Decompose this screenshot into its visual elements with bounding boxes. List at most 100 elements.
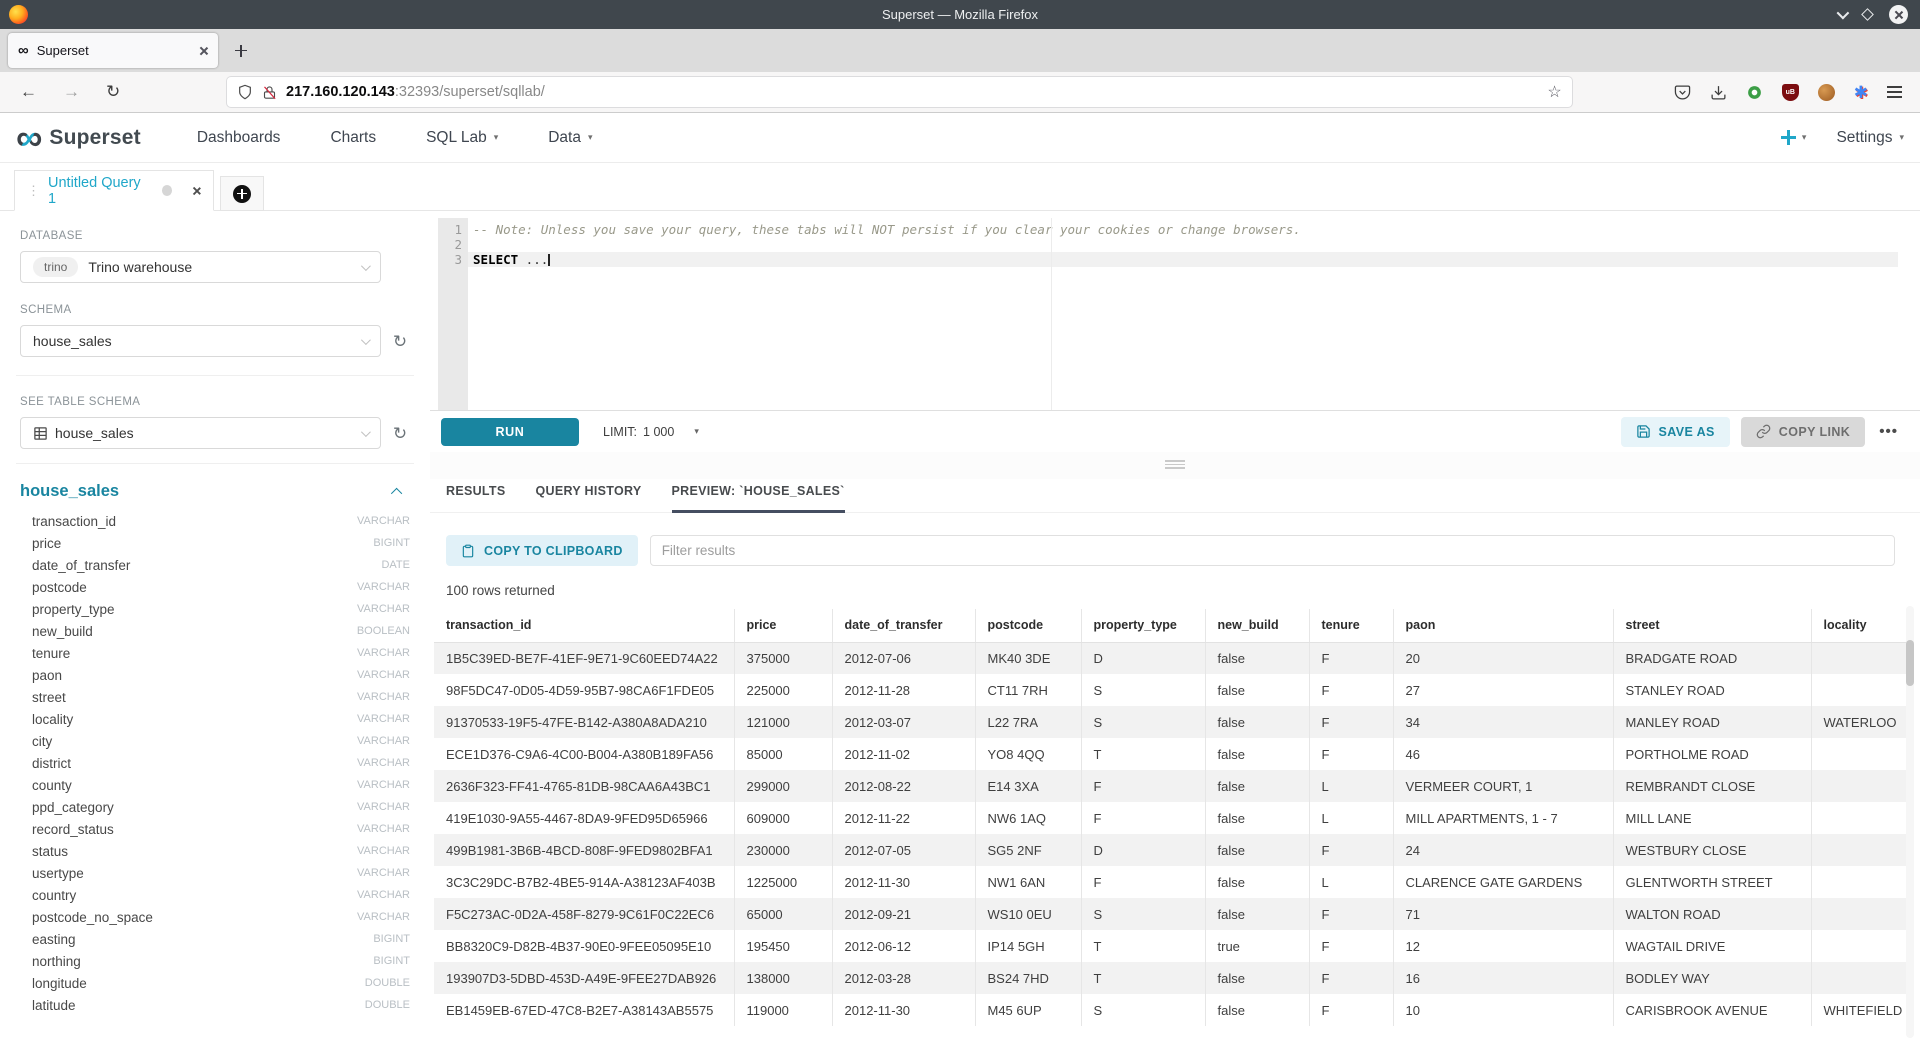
table-schema-heading[interactable]: house_sales — [20, 482, 119, 501]
copy-to-clipboard-button[interactable]: COPY TO CLIPBOARD — [446, 535, 638, 566]
run-button[interactable]: RUN — [441, 418, 579, 446]
column-header[interactable]: street — [1613, 609, 1811, 642]
schema-column-row[interactable]: localityVARCHAR — [20, 708, 410, 730]
table-row[interactable]: 91370533-19F5-47FE-B142-A380A8ADA2101210… — [434, 706, 1906, 738]
shield-icon[interactable] — [237, 84, 253, 100]
schema-column-row[interactable]: eastingBIGINT — [20, 928, 410, 950]
insecure-lock-icon[interactable] — [262, 85, 277, 100]
pane-splitter[interactable] — [430, 452, 1920, 479]
query-tab-close-icon[interactable] — [192, 186, 201, 196]
save-as-button[interactable]: SAVE AS — [1621, 417, 1730, 447]
schema-column-row[interactable]: priceBIGINT — [20, 532, 410, 554]
database-select[interactable]: trino Trino warehouse — [20, 251, 381, 283]
browser-tab-superset[interactable]: ∞ Superset — [8, 33, 218, 68]
schema-column-row[interactable]: transaction_idVARCHAR — [20, 510, 410, 532]
drag-grip-icon[interactable]: ⋮ — [27, 183, 39, 199]
query-tab-untitled[interactable]: ⋮ Untitled Query 1 — [14, 170, 214, 211]
window-close-button[interactable] — [1889, 5, 1908, 24]
editor-code[interactable]: -- Note: Unless you save your query, the… — [468, 218, 1898, 410]
table-row[interactable]: F5C273AC-0D2A-458F-8279-9C61F0C22EC66500… — [434, 898, 1906, 930]
reload-button[interactable]: ↻ — [106, 82, 120, 102]
scrollbar-thumb[interactable] — [1906, 640, 1914, 686]
more-options-icon[interactable]: ••• — [1879, 423, 1898, 440]
column-header[interactable]: locality — [1811, 609, 1906, 642]
schema-column-row[interactable]: paonVARCHAR — [20, 664, 410, 686]
table-row[interactable]: 3C3C29DC-B7B2-4BE5-914A-A38123AF403B1225… — [434, 866, 1906, 898]
schema-column-row[interactable]: streetVARCHAR — [20, 686, 410, 708]
column-header[interactable]: postcode — [975, 609, 1081, 642]
sql-editor[interactable]: 123 -- Note: Unless you save your query,… — [438, 218, 1898, 410]
table-row[interactable]: 98F5DC47-0D05-4D59-95B7-98CA6F1FDE052250… — [434, 674, 1906, 706]
schema-column-row[interactable]: districtVARCHAR — [20, 752, 410, 774]
filter-results-input[interactable] — [650, 535, 1895, 566]
pocket-icon[interactable] — [1674, 84, 1691, 101]
nav-link-charts[interactable]: Charts — [330, 129, 376, 147]
column-header[interactable]: price — [734, 609, 832, 642]
nav-link-data[interactable]: Data▾ — [548, 129, 592, 147]
schema-column-row[interactable]: countyVARCHAR — [20, 774, 410, 796]
table-row[interactable]: 419E1030-9A55-4467-8DA9-9FED95D659666090… — [434, 802, 1906, 834]
column-header[interactable]: new_build — [1205, 609, 1309, 642]
schema-column-row[interactable]: cityVARCHAR — [20, 730, 410, 752]
add-query-tab-button[interactable] — [220, 176, 264, 211]
table-row[interactable]: EB1459EB-67ED-47C8-B2E7-A38143AB55751190… — [434, 994, 1906, 1026]
nav-link-sql-lab[interactable]: SQL Lab▾ — [426, 129, 498, 147]
schema-column-row[interactable]: property_typeVARCHAR — [20, 598, 410, 620]
schema-column-row[interactable]: postcode_no_spaceVARCHAR — [20, 906, 410, 928]
schema-column-row[interactable]: usertypeVARCHAR — [20, 862, 410, 884]
column-header[interactable]: tenure — [1309, 609, 1393, 642]
results-scrollbar[interactable] — [1906, 606, 1914, 1038]
schema-column-row[interactable]: northingBIGINT — [20, 950, 410, 972]
table-row[interactable]: 499B1981-3B6B-4BCD-808F-9FED9802BFA12300… — [434, 834, 1906, 866]
results-tab-query-history[interactable]: QUERY HISTORY — [536, 479, 642, 513]
url-field[interactable]: 217.160.120.143:32393/superset/sqllab/ ☆ — [227, 77, 1572, 107]
limit-dropdown[interactable]: LIMIT: 1 000 ▾ — [603, 425, 699, 439]
downloads-icon[interactable] — [1710, 84, 1727, 101]
column-header[interactable]: property_type — [1081, 609, 1205, 642]
collapse-chevron-icon[interactable] — [391, 487, 402, 498]
window-minimize-icon[interactable] — [1837, 7, 1850, 20]
refresh-schemas-icon[interactable]: ↻ — [390, 333, 410, 350]
drag-handle-icon[interactable] — [1165, 460, 1185, 469]
schema-column-row[interactable]: record_statusVARCHAR — [20, 818, 410, 840]
settings-menu[interactable]: Settings ▾ — [1836, 129, 1904, 147]
ublock-shield-icon[interactable]: uB — [1782, 84, 1799, 101]
extension-asterisk-icon[interactable]: ✱ — [1854, 84, 1868, 101]
schema-column-row[interactable]: tenureVARCHAR — [20, 642, 410, 664]
schema-column-row[interactable]: longitudeDOUBLE — [20, 972, 410, 994]
menu-icon[interactable] — [1887, 86, 1902, 98]
table-select[interactable]: house_sales — [20, 417, 381, 449]
superset-brand[interactable]: ∞ Superset — [16, 119, 141, 156]
column-header[interactable]: date_of_transfer — [832, 609, 975, 642]
schema-column-row[interactable]: countryVARCHAR — [20, 884, 410, 906]
extension-green-icon[interactable] — [1746, 84, 1763, 101]
schema-column-row[interactable]: latitudeDOUBLE — [20, 994, 410, 1016]
schema-column-row[interactable]: postcodeVARCHAR — [20, 576, 410, 598]
table-row[interactable]: 2636F323-FF41-4765-81DB-98CAA6A43BC12990… — [434, 770, 1906, 802]
nav-link-dashboards[interactable]: Dashboards — [197, 129, 281, 147]
table-row[interactable]: BB8320C9-D82B-4B37-90E0-9FEE05095E101954… — [434, 930, 1906, 962]
column-header[interactable]: transaction_id — [434, 609, 734, 642]
results-tab-results[interactable]: RESULTS — [446, 479, 506, 513]
table-row[interactable]: 193907D3-5DBD-453D-A49E-9FEE27DAB9261380… — [434, 962, 1906, 994]
column-header[interactable]: paon — [1393, 609, 1613, 642]
window-maximize-icon[interactable] — [1861, 8, 1874, 21]
back-button[interactable]: ← — [20, 82, 37, 102]
schema-column-row[interactable]: date_of_transferDATE — [20, 554, 410, 576]
schema-column-row[interactable]: statusVARCHAR — [20, 840, 410, 862]
schema-column-row[interactable]: ppd_categoryVARCHAR — [20, 796, 410, 818]
schema-select[interactable]: house_sales — [20, 325, 381, 357]
url-text[interactable]: 217.160.120.143:32393/superset/sqllab/ — [286, 84, 1538, 100]
new-tab-button[interactable] — [226, 36, 256, 66]
cookie-icon[interactable] — [1818, 84, 1835, 101]
table-row[interactable]: ECE1D376-C9A6-4C00-B004-A380B189FA568500… — [434, 738, 1906, 770]
results-tab-preview-house-sales[interactable]: PREVIEW: `HOUSE_SALES` — [672, 479, 845, 513]
table-row[interactable]: 1B5C39ED-BE7F-41EF-9E71-9C60EED74A223750… — [434, 642, 1906, 674]
refresh-tables-icon[interactable]: ↻ — [390, 425, 410, 442]
copy-link-button[interactable]: COPY LINK — [1741, 417, 1865, 447]
bookmark-star-icon[interactable]: ☆ — [1547, 82, 1561, 102]
add-new-button[interactable]: ▾ — [1781, 130, 1807, 145]
schema-column-row[interactable]: new_buildBOOLEAN — [20, 620, 410, 642]
tab-close-icon[interactable] — [198, 46, 208, 56]
forward-button[interactable]: → — [63, 82, 80, 102]
